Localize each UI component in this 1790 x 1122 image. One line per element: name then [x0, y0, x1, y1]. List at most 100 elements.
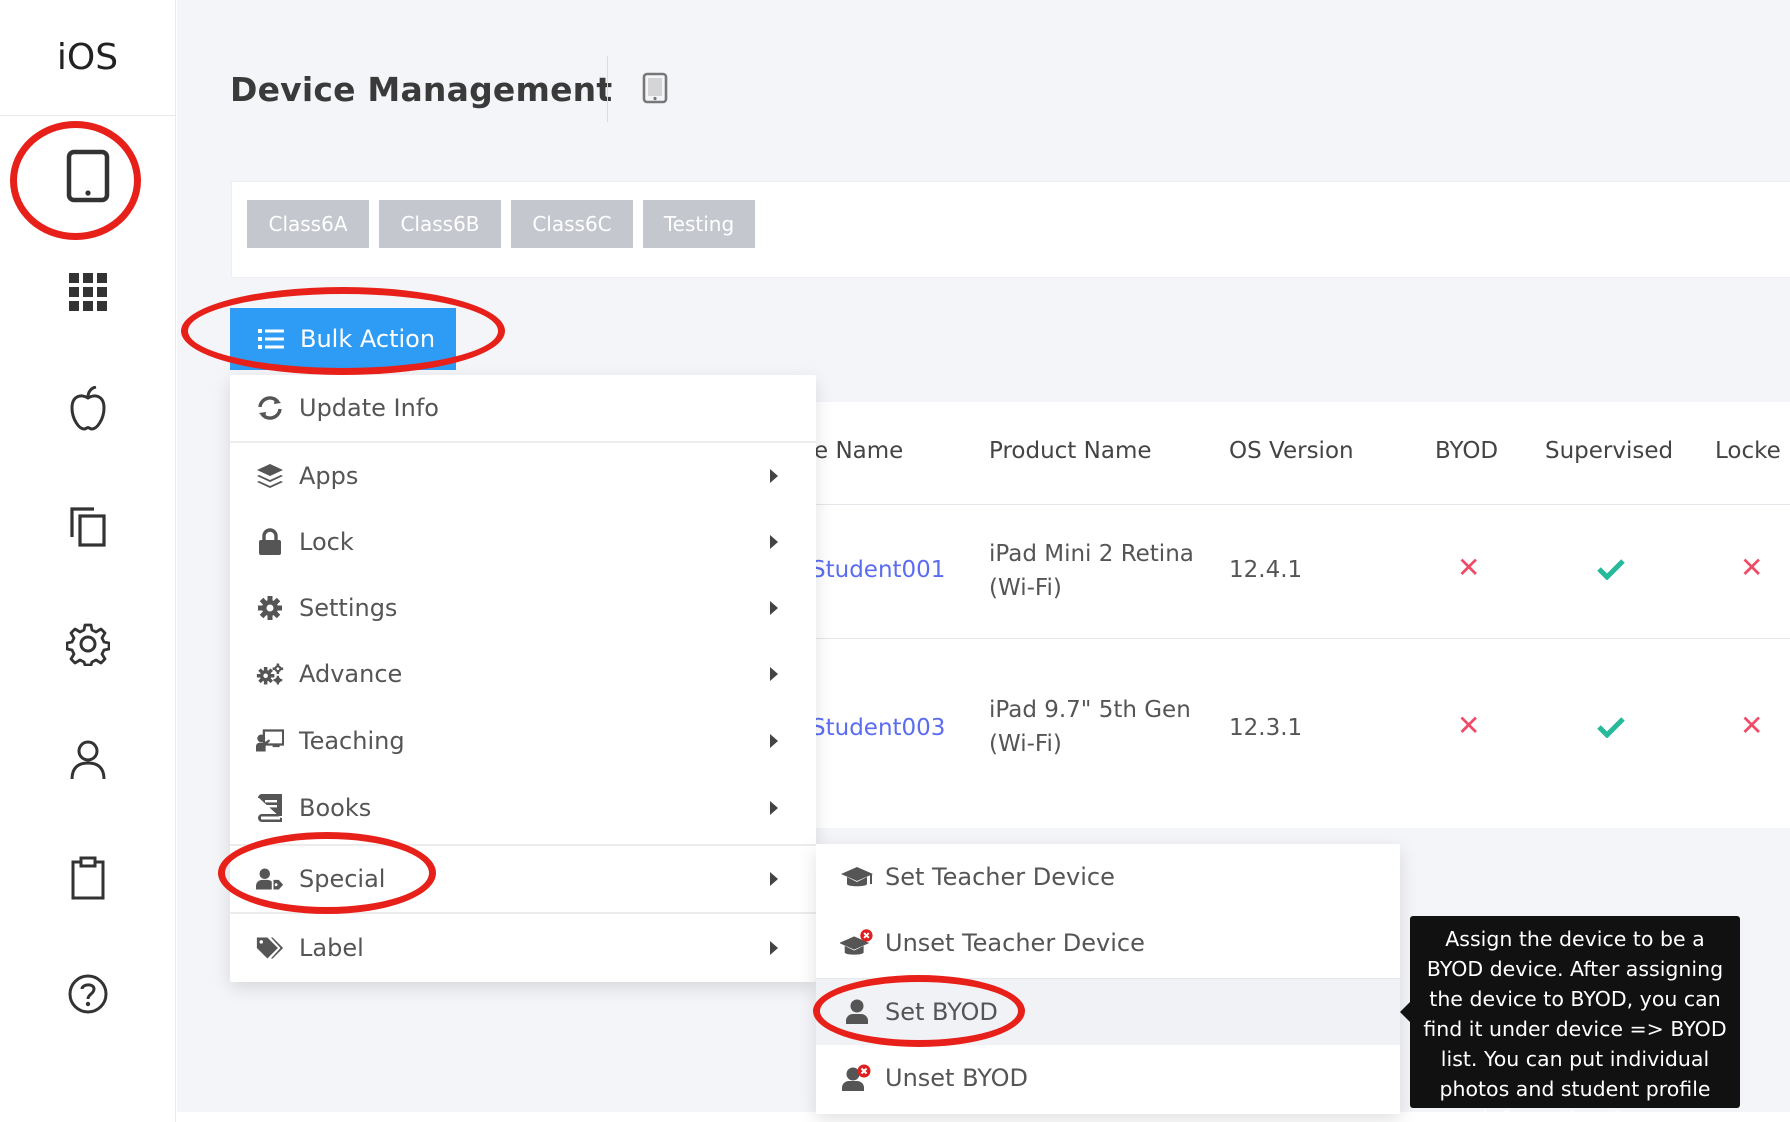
- caret-right-icon: [770, 469, 778, 483]
- nav-copy[interactable]: [0, 486, 176, 566]
- menu-item-settings[interactable]: Settings: [230, 575, 816, 641]
- menu-item-label: Lock: [299, 528, 354, 556]
- menu-item-label: Label: [299, 934, 364, 962]
- menu-item-label: Apps: [299, 462, 359, 490]
- menu-item-lock[interactable]: Lock: [230, 509, 816, 575]
- class-chip-class6c[interactable]: Class6C: [511, 200, 633, 248]
- lock-icon: [256, 528, 284, 556]
- caret-right-icon: [770, 535, 778, 549]
- menu-item-apps[interactable]: Apps: [230, 443, 816, 509]
- user-icon: [840, 997, 874, 1027]
- col-header-name[interactable]: e Name: [814, 438, 903, 464]
- product-name: iPad 9.7" 5th Gen: [989, 697, 1191, 723]
- refresh-icon: [256, 394, 284, 422]
- check-icon: [1597, 716, 1625, 742]
- col-header-byod[interactable]: BYOD: [1435, 438, 1498, 464]
- caret-right-icon: [770, 667, 778, 681]
- special-submenu: Set Teacher Device Unset Teacher Device …: [816, 844, 1400, 1114]
- product-name: iPad Mini 2 Retina: [989, 541, 1194, 567]
- user-tag-icon: [256, 865, 284, 893]
- page-title: Device Management: [230, 70, 613, 109]
- menu-item-special[interactable]: Special: [230, 846, 816, 912]
- class-chip-class6b[interactable]: Class6B: [379, 200, 501, 248]
- submenu-item-label: Set BYOD: [885, 998, 998, 1026]
- caret-right-icon: [770, 872, 778, 886]
- chalkboard-teacher-icon: [256, 727, 284, 755]
- os-version: 12.3.1: [1229, 715, 1303, 741]
- col-header-locked[interactable]: Locke: [1715, 438, 1781, 464]
- bulk-action-label: Bulk Action: [300, 325, 436, 353]
- menu-item-books[interactable]: Books: [230, 775, 816, 841]
- cross-icon: ✕: [1457, 551, 1481, 584]
- menu-item-advance[interactable]: Advance: [230, 641, 816, 707]
- menu-item-label: Teaching: [299, 727, 405, 755]
- cross-icon: ✕: [1740, 709, 1764, 742]
- class-filter-panel: Class6A Class6B Class6C Testing: [231, 181, 1790, 278]
- menu-item-label: Special: [299, 865, 386, 893]
- bulk-action-button[interactable]: Bulk Action: [230, 308, 456, 370]
- submenu-item-set-teacher-device[interactable]: Set Teacher Device: [816, 844, 1400, 910]
- graduation-cap-remove-icon: [840, 928, 874, 958]
- byod-tooltip: Assign the device to be a BYOD device. A…: [1410, 916, 1740, 1122]
- sidebar: iOS: [0, 0, 176, 1122]
- tablet-icon: [66, 149, 110, 203]
- class-chip-testing[interactable]: Testing: [643, 200, 755, 248]
- menu-item-label: Settings: [299, 594, 398, 622]
- brand-title: iOS: [0, 0, 175, 116]
- submenu-item-set-byod[interactable]: Set BYOD: [816, 979, 1400, 1045]
- clipboard-icon: [71, 856, 105, 900]
- menu-item-teaching[interactable]: Teaching: [230, 707, 816, 775]
- apple-icon: [70, 386, 106, 431]
- user-remove-icon: [840, 1063, 874, 1093]
- os-version: 12.4.1: [1229, 557, 1303, 583]
- tags-icon: [256, 934, 284, 962]
- device-name-link[interactable]: Student001: [811, 553, 945, 587]
- bulk-action-menu: Update Info Apps Lock Settings Advance T…: [230, 375, 816, 982]
- cross-icon: ✕: [1740, 551, 1764, 584]
- title-tablet-icon: [642, 72, 668, 108]
- nav-apple[interactable]: [0, 369, 176, 449]
- menu-item-label: Books: [299, 794, 372, 822]
- col-header-supervised[interactable]: Supervised: [1545, 438, 1673, 464]
- tooltip-arrow: [1400, 1002, 1410, 1022]
- gear-icon: [66, 623, 110, 666]
- nav-devices[interactable]: [0, 136, 176, 216]
- class-chip-class6a[interactable]: Class6A: [247, 200, 369, 248]
- grid-icon: [69, 273, 107, 311]
- layers-icon: [256, 462, 284, 490]
- cross-icon: ✕: [1457, 709, 1481, 742]
- submenu-item-unset-teacher-device[interactable]: Unset Teacher Device: [816, 910, 1400, 976]
- user-icon: [70, 740, 106, 780]
- cog-icon: [256, 594, 284, 622]
- nav-apps[interactable]: [0, 252, 176, 332]
- help-icon: [68, 974, 108, 1014]
- table-divider: [807, 504, 1790, 505]
- product-name-line2: (Wi-Fi): [989, 575, 1062, 601]
- menu-item-label: Advance: [299, 660, 403, 688]
- menu-item-label-menu[interactable]: Label: [230, 914, 816, 982]
- product-name-line2: (Wi-Fi): [989, 731, 1062, 757]
- check-icon: [1597, 558, 1625, 584]
- device-table: [807, 402, 1790, 828]
- table-divider: [807, 638, 1790, 639]
- nav-users[interactable]: [0, 720, 176, 800]
- graduation-cap-icon: [840, 862, 874, 892]
- submenu-item-label: Unset Teacher Device: [885, 929, 1145, 957]
- submenu-item-unset-byod[interactable]: Unset BYOD: [816, 1045, 1400, 1111]
- caret-right-icon: [770, 734, 778, 748]
- nav-settings[interactable]: [0, 604, 176, 684]
- caret-right-icon: [770, 601, 778, 615]
- menu-item-update-info[interactable]: Update Info: [230, 375, 816, 441]
- title-divider: [607, 56, 608, 122]
- menu-item-label: Update Info: [299, 394, 439, 422]
- device-name-link[interactable]: Student003: [811, 711, 945, 745]
- submenu-item-label: Unset BYOD: [885, 1064, 1028, 1092]
- col-header-os[interactable]: OS Version: [1229, 438, 1354, 464]
- caret-right-icon: [770, 801, 778, 815]
- col-header-product[interactable]: Product Name: [989, 438, 1152, 464]
- copy-icon: [70, 507, 106, 547]
- submenu-item-label: Set Teacher Device: [885, 863, 1115, 891]
- nav-clipboard[interactable]: [0, 838, 176, 918]
- nav-help[interactable]: [0, 954, 176, 1034]
- caret-right-icon: [770, 941, 778, 955]
